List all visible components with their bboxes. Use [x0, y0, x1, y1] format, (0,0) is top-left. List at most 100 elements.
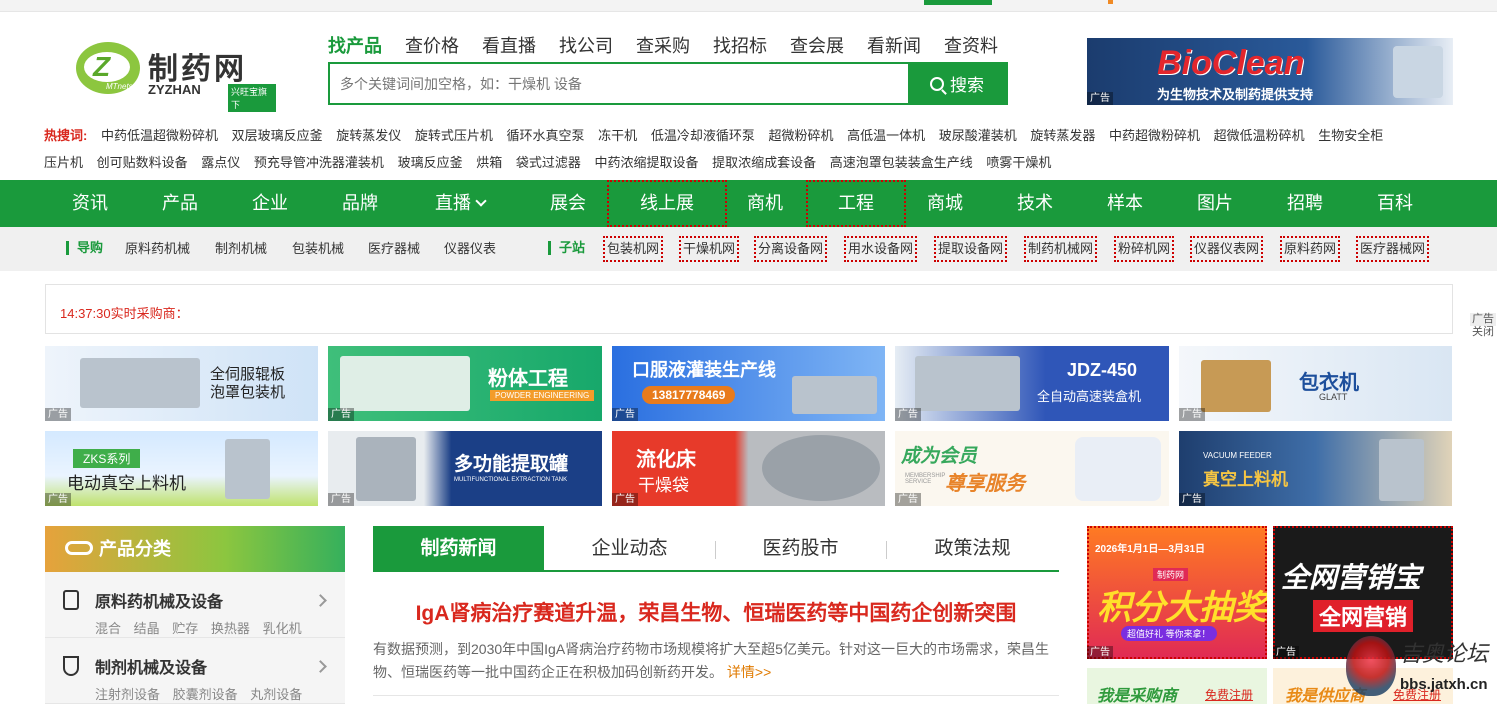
nav-exhibition[interactable]: 展会 [523, 180, 613, 227]
machine-image [225, 439, 270, 499]
nav-tech[interactable]: 技术 [990, 180, 1080, 227]
hot-keyword[interactable]: 旋转式压片机 [415, 128, 493, 143]
guide-link[interactable]: 仪器仪表 [444, 241, 496, 257]
search-button[interactable]: 搜索 [908, 64, 1006, 103]
buyer-register[interactable]: 我是采购商 免费注册 [1087, 668, 1267, 704]
flask-icon [63, 656, 79, 676]
guide-link[interactable]: 包装机械 [292, 241, 344, 257]
ad-lottery[interactable]: 2026年1月1日—3月31日 制药网 积分大抽奖 超值好礼 等你来拿！ 广告 [1087, 526, 1267, 659]
tab-purchase[interactable]: 查采购 [636, 34, 690, 58]
hot-keyword[interactable]: 烘箱 [476, 155, 502, 170]
hot-keyword[interactable]: 中药浓缩提取设备 [594, 155, 698, 170]
tab-live[interactable]: 看直播 [482, 34, 536, 58]
hot-keyword[interactable]: 玻璃反应釜 [398, 155, 463, 170]
ad-blister-packer[interactable]: 全伺服辊板 泡罩包装机 广告 [45, 346, 318, 421]
news-headline[interactable]: IgA肾病治疗赛道升温，荣昌生物、恒瑞医药等中国药企创新突围 [373, 597, 1059, 627]
nav-products[interactable]: 产品 [135, 180, 225, 227]
guide-link[interactable]: 医疗器械 [368, 241, 420, 257]
hot-keyword[interactable]: 露点仪 [201, 155, 240, 170]
machine-image [356, 437, 416, 501]
substation-link[interactable]: 包装机网 [603, 236, 664, 262]
tab-bidding[interactable]: 找招标 [713, 34, 767, 58]
search-input[interactable] [330, 64, 908, 103]
hot-keyword[interactable]: 喷雾干燥机 [986, 155, 1051, 170]
hot-keyword[interactable]: 高低温一体机 [847, 128, 925, 143]
site-logo[interactable]: Z MTnets 制药网 ZYZHAN 兴旺宝旗下 [76, 40, 276, 112]
ad-vacuum-loader[interactable]: ZKS系列 电动真空上料机 广告 [45, 431, 318, 506]
ad-cartoner[interactable]: JDZ-450 全自动高速装盒机 广告 [895, 346, 1169, 421]
hot-keyword[interactable]: 双层玻璃反应釜 [232, 128, 323, 143]
tab-find-product[interactable]: 找产品 [328, 34, 382, 58]
top-banner-ad[interactable]: BioClean 为生物技术及制药提供支持 广告 [1087, 38, 1453, 105]
nav-wiki[interactable]: 百科 [1350, 180, 1440, 227]
nav-business[interactable]: 商机 [720, 180, 810, 227]
hot-keyword[interactable]: 玻尿酸灌装机 [939, 128, 1017, 143]
hot-keyword[interactable]: 冻干机 [598, 128, 637, 143]
tab-price[interactable]: 查价格 [405, 34, 459, 58]
hot-keyword[interactable]: 旋转蒸发仪 [336, 128, 401, 143]
substation-link[interactable]: 医疗器械网 [1356, 236, 1430, 262]
ad-membership[interactable]: 成为会员 尊享服务 MEMBERSHIP SERVICE 广告 [895, 431, 1169, 506]
substation-link[interactable]: 干燥机网 [679, 236, 740, 262]
substation-link[interactable]: 原料药网 [1280, 236, 1341, 262]
tab-exhibition[interactable]: 查会展 [790, 34, 844, 58]
tab-company[interactable]: 找公司 [559, 34, 613, 58]
nav-images[interactable]: 图片 [1170, 180, 1260, 227]
substation-link[interactable]: 粉碎机网 [1114, 236, 1175, 262]
substation-link[interactable]: 用水设备网 [844, 236, 918, 262]
logo-tag: 兴旺宝旗下 [228, 84, 276, 112]
guide-link[interactable]: 制剂机械 [215, 241, 267, 257]
details-link[interactable]: 详情>> [727, 664, 771, 680]
hot-keyword[interactable]: 低温冷却液循环泵 [651, 128, 755, 143]
close-button[interactable]: 关闭 [1470, 326, 1496, 339]
top-bar-accent[interactable] [924, 0, 992, 5]
nav-live[interactable]: 直播 [410, 180, 510, 227]
substation-link[interactable]: 制药机械网 [1024, 236, 1098, 262]
nav-mall[interactable]: 商城 [900, 180, 990, 227]
nav-brands[interactable]: 品牌 [315, 180, 405, 227]
nav-online-expo[interactable]: 线上展 [607, 180, 727, 227]
nav-companies[interactable]: 企业 [225, 180, 315, 227]
tab-docs[interactable]: 查资料 [944, 34, 998, 58]
hot-keyword[interactable]: 超微粉碎机 [768, 128, 833, 143]
substation-link[interactable]: 仪器仪表网 [1190, 236, 1264, 262]
nav-news[interactable]: 资讯 [45, 180, 135, 227]
product-image [1393, 46, 1443, 98]
category-item[interactable]: 原料药机械及设备 混合 结晶 贮存 换热器 乳化机 [45, 572, 345, 638]
forum-logo-icon [1346, 636, 1396, 696]
machine-image [762, 435, 880, 501]
ad-vacuum-feeder[interactable]: VACUUM FEEDER 真空上料机 广告 [1179, 431, 1452, 506]
hot-keyword[interactable]: 创可贴数料设备 [97, 155, 188, 170]
nav-engineering[interactable]: 工程 [806, 180, 906, 227]
ad-fluid-bed[interactable]: 流化床 干燥袋 广告 [612, 431, 885, 506]
side-ad-close[interactable]: 广告 关闭 [1470, 313, 1496, 339]
tab-company-news[interactable]: 企业动态 [544, 526, 715, 572]
nav-samples[interactable]: 样本 [1080, 180, 1170, 227]
hot-keyword[interactable]: 袋式过滤器 [516, 155, 581, 170]
hot-keyword[interactable]: 中药超微粉碎机 [1109, 128, 1200, 143]
ad-extraction-tank[interactable]: 多功能提取罐 MULTIFUNCTIONAL EXTRACTION TANK 广… [328, 431, 602, 506]
guide-label: 导购 [66, 241, 103, 255]
hot-keyword[interactable]: 高速泡罩包装装盒生产线 [830, 155, 973, 170]
hot-keyword[interactable]: 预充导管冲洗器灌装机 [254, 155, 384, 170]
ad-oral-liquid-line[interactable]: 口服液灌装生产线 13817778469 广告 [612, 346, 885, 421]
ad-coating-machine[interactable]: 包衣机 GLATT 广告 [1179, 346, 1452, 421]
hot-keyword[interactable]: 生物安全柜 [1318, 128, 1383, 143]
hot-keyword[interactable]: 压片机 [44, 155, 83, 170]
substation-link[interactable]: 提取设备网 [934, 236, 1008, 262]
ticker-text: 14:37:30实时采购商： [60, 306, 189, 321]
substation-link[interactable]: 分离设备网 [754, 236, 828, 262]
hot-keyword[interactable]: 提取浓缩成套设备 [712, 155, 816, 170]
tab-pharma-stocks[interactable]: 医药股市 [715, 526, 886, 572]
hot-keyword[interactable]: 旋转蒸发器 [1030, 128, 1095, 143]
hot-keyword[interactable]: 超微低温粉碎机 [1214, 128, 1305, 143]
guide-link[interactable]: 原料药机械 [125, 241, 190, 257]
ad-powder-engineering[interactable]: 粉体工程 POWDER ENGINEERING 广告 [328, 346, 602, 421]
category-item[interactable]: 制剂机械及设备 注射剂设备 胶囊剂设备 丸剂设备 [45, 638, 345, 704]
tab-policy[interactable]: 政策法规 [886, 526, 1059, 572]
hot-keyword[interactable]: 中药低温超微粉碎机 [101, 128, 218, 143]
tab-news[interactable]: 看新闻 [867, 34, 921, 58]
hot-keyword[interactable]: 循环水真空泵 [507, 128, 585, 143]
nav-jobs[interactable]: 招聘 [1260, 180, 1350, 227]
tab-pharma-news[interactable]: 制药新闻 [373, 526, 544, 572]
